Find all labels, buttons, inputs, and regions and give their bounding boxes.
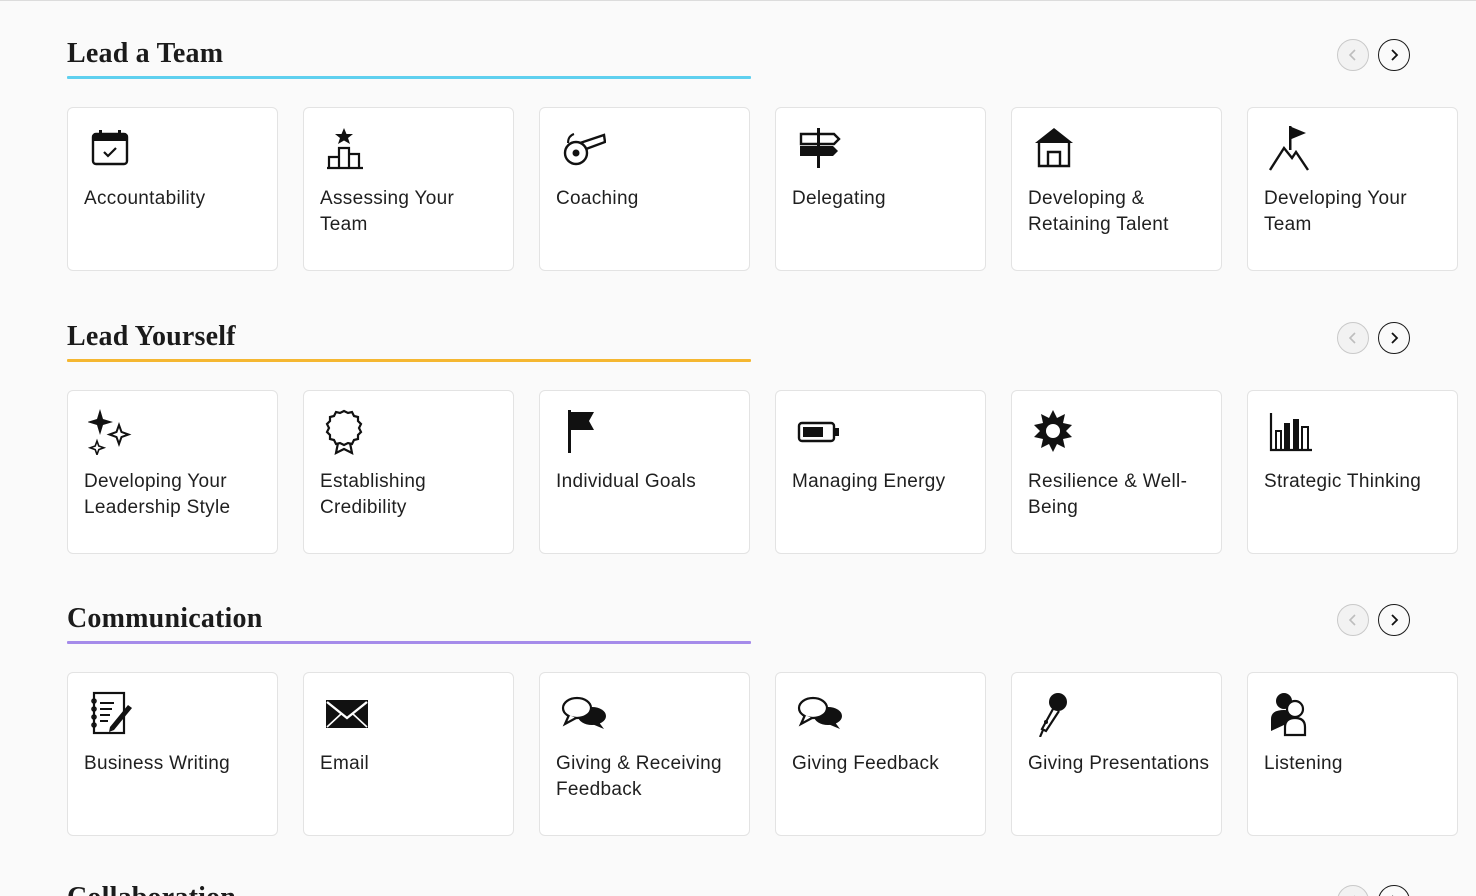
topic-card-coaching[interactable]: Coaching [539, 107, 750, 271]
speech-bubbles-icon [560, 691, 606, 737]
topic-card-label: Listening [1264, 753, 1343, 774]
topic-card-label: Developing Your Leadership Style [84, 471, 231, 518]
carousel-next-button[interactable] [1378, 885, 1410, 896]
topic-card-giving-and-receiving-feedback[interactable]: Giving & Receiving Feedback [539, 672, 750, 836]
topic-card-giving-feedback[interactable]: Giving Feedback [775, 672, 986, 836]
topic-card-strategic-thinking[interactable]: Strategic Thinking [1247, 390, 1458, 554]
envelope-icon [324, 691, 370, 737]
podium-star-icon [324, 126, 370, 172]
topic-card-label: Giving & Receiving Feedback [556, 753, 722, 800]
card-carousel: Developing Your Leadership Style Establis… [67, 390, 1476, 554]
topic-card-listening[interactable]: Listening [1247, 672, 1458, 836]
flag-icon [560, 409, 606, 455]
section-underline [67, 76, 751, 79]
sparkles-icon [87, 409, 134, 457]
chevron-right-icon [1387, 613, 1401, 627]
topic-card-label: Accountability [84, 188, 206, 209]
topic-card-label: Giving Feedback [792, 753, 940, 774]
signpost-icon [796, 126, 842, 172]
topic-card-label: Giving Presentations [1028, 753, 1210, 774]
sun-icon [1032, 409, 1078, 455]
topic-card-label: Managing Energy [792, 471, 946, 492]
topic-card-label: Establishing Credibility [320, 471, 427, 518]
carousel-next-button[interactable] [1378, 39, 1410, 71]
people-icon [1268, 691, 1314, 737]
award-ribbon-icon [324, 409, 370, 455]
topic-card-giving-presentations[interactable]: Giving Presentations [1011, 672, 1222, 836]
carousel-prev-button[interactable] [1337, 885, 1369, 896]
section-lead-yourself: Lead Yourself Developing Your Leadership … [0, 320, 1476, 560]
notepad-pen-icon [88, 691, 134, 737]
topic-card-delegating[interactable]: Delegating [775, 107, 986, 271]
section-title: Collaboration [67, 881, 236, 896]
chevron-left-icon [1346, 613, 1360, 627]
carousel-next-button[interactable] [1378, 604, 1410, 636]
microphone-icon [1032, 691, 1078, 738]
topic-card-label: Individual Goals [556, 471, 696, 492]
topic-card-label: Coaching [556, 188, 639, 209]
section-communication: Communication Business Writing Email Giving… [0, 602, 1476, 842]
section-title: Communication [67, 603, 263, 634]
carousel-prev-button[interactable] [1337, 604, 1369, 636]
calendar-check-icon [88, 126, 134, 172]
topic-card-label: Business Writing [84, 753, 230, 774]
carousel-next-button[interactable] [1378, 322, 1410, 354]
whistle-icon [560, 126, 607, 172]
speech-bubbles-icon [796, 691, 842, 737]
topic-card-email[interactable]: Email [303, 672, 514, 836]
section-lead-a-team: Lead a Team Accountability Assessing Your … [0, 37, 1476, 277]
section-underline [67, 641, 751, 644]
chevron-right-icon [1387, 48, 1401, 62]
topic-card-label: Assessing Your Team [320, 188, 455, 235]
topic-card-developing-and-retaining-talent[interactable]: Developing & Retaining Talent [1011, 107, 1222, 271]
topic-card-individual-goals[interactable]: Individual Goals [539, 390, 750, 554]
topic-card-business-writing[interactable]: Business Writing [67, 672, 278, 836]
topic-card-establishing-credibility[interactable]: Establishing Credibility [303, 390, 514, 554]
topic-card-label: Strategic Thinking [1264, 471, 1422, 492]
chevron-right-icon [1387, 331, 1401, 345]
chevron-left-icon [1346, 331, 1360, 345]
section-title: Lead a Team [67, 38, 224, 69]
topic-card-label: Developing & Retaining Talent [1028, 188, 1169, 235]
topic-card-resilience-and-well-being[interactable]: Resilience & Well-Being [1011, 390, 1222, 554]
topic-card-label: Delegating [792, 188, 886, 209]
topic-card-developing-your-leadership-style[interactable]: Developing Your Leadership Style [67, 390, 278, 554]
topic-card-managing-energy[interactable]: Managing Energy [775, 390, 986, 554]
topic-card-assessing-your-team[interactable]: Assessing Your Team [303, 107, 514, 271]
house-icon [1032, 126, 1078, 172]
topic-card-label: Developing Your Team [1264, 188, 1407, 235]
topic-card-developing-your-team[interactable]: Developing Your Team [1247, 107, 1458, 271]
topic-card-label: Email [320, 753, 370, 774]
section-underline [67, 359, 751, 362]
top-divider [0, 0, 1476, 1]
carousel-prev-button[interactable] [1337, 39, 1369, 71]
mountain-flag-icon [1268, 126, 1314, 172]
bar-chart-icon [1268, 409, 1314, 455]
card-carousel: Accountability Assessing Your Team Coachin… [67, 107, 1476, 271]
battery-icon [796, 409, 842, 455]
card-carousel: Business Writing Email Giving & Receiving … [67, 672, 1476, 836]
topic-card-label: Resilience & Well-Being [1028, 471, 1188, 518]
section-collaboration: Collaboration [0, 880, 1476, 896]
section-title: Lead Yourself [67, 321, 236, 352]
chevron-left-icon [1346, 48, 1360, 62]
topic-card-accountability[interactable]: Accountability [67, 107, 278, 271]
carousel-prev-button[interactable] [1337, 322, 1369, 354]
